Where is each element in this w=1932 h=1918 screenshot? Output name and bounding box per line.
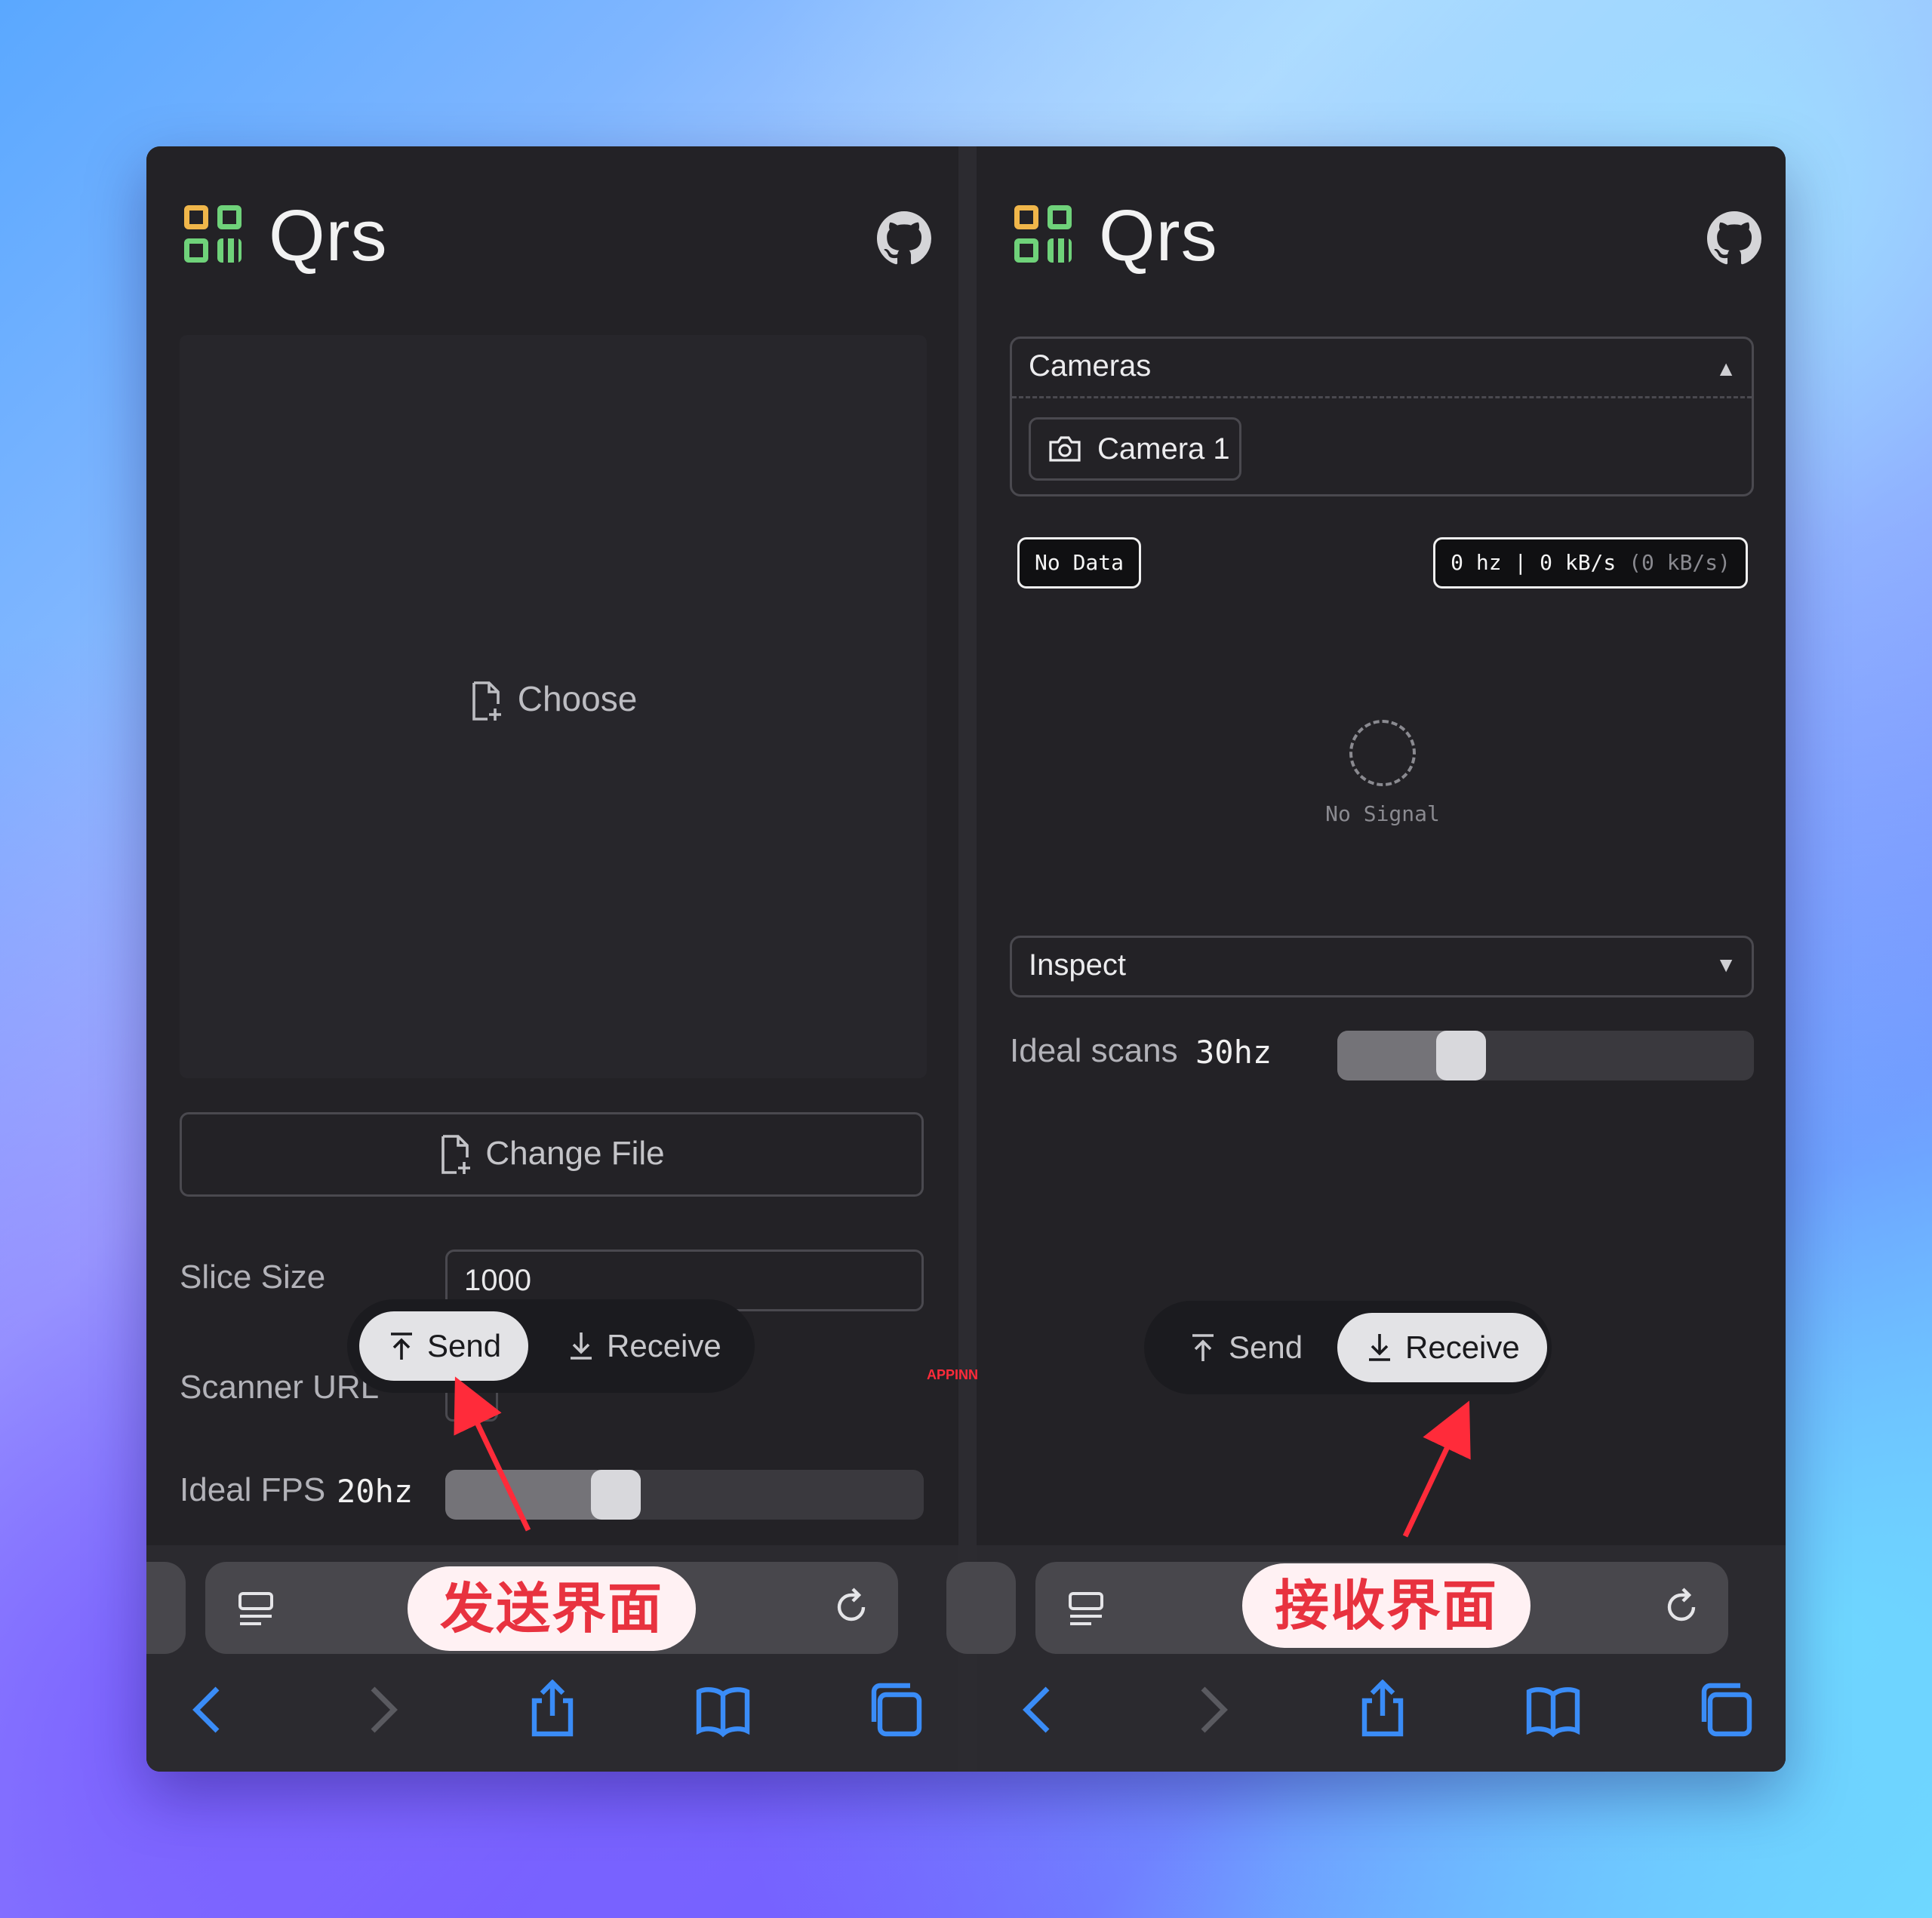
send-annotation-label: 发送界面 [408,1566,696,1651]
cameras-title[interactable]: Cameras [1029,349,1151,383]
no-signal-indicator: No Signal [977,720,1786,826]
file-plus-icon [441,1135,471,1175]
expand-caret-icon: ▼ [1715,953,1737,976]
camera-icon [1049,436,1081,463]
github-icon[interactable] [1707,211,1761,266]
forward-icon[interactable] [1182,1680,1242,1740]
download-icon [1369,1333,1390,1361]
receive-tab[interactable]: Receive [1337,1313,1547,1382]
inspect-title: Inspect [1029,948,1126,982]
cameras-panel: Cameras ▲ Camera 1 [1010,337,1754,496]
cameras-divider [1012,396,1752,398]
back-icon[interactable] [1008,1680,1069,1740]
send-panel: Qrs Choose Change File Slice Size 1000 S… [146,146,958,1772]
qrs-logo-icon [184,205,245,266]
reader-icon[interactable] [238,1591,273,1628]
file-dropzone[interactable]: Choose [180,335,927,1078]
inspect-panel[interactable]: Inspect ▼ [1010,936,1754,997]
send-tab[interactable]: Send [359,1311,529,1381]
scanner-url-label: Scanner URL [180,1369,380,1406]
reader-icon[interactable] [1069,1591,1103,1628]
send-receive-toggle: Send Receive [1144,1301,1552,1394]
previous-tab-stub[interactable] [146,1562,186,1654]
send-receive-toggle: Send Receive [347,1299,755,1393]
tabs-icon[interactable] [865,1680,925,1740]
send-tab[interactable]: Send [1161,1313,1330,1382]
watermark: APPINN [927,1367,979,1382]
choose-file-button[interactable]: Choose [180,678,927,722]
previous-tab-stub[interactable] [946,1562,1016,1654]
reload-icon[interactable] [833,1588,871,1628]
file-plus-icon [472,681,501,721]
app-header: Qrs [1014,195,1761,296]
receive-annotation-label: 接收界面 [1242,1563,1531,1648]
ideal-scans-slider-thumb[interactable] [1436,1031,1487,1080]
receive-tab[interactable]: Receive [539,1311,749,1381]
loading-ring-icon [1349,720,1416,786]
ideal-scans-label: Ideal scans [1010,1032,1178,1069]
throughput-badge: 0 hz | 0 kB/s (0 kB/s) [1433,537,1748,589]
ideal-fps-value: 20hz [337,1473,414,1510]
tabs-icon[interactable] [1695,1680,1755,1740]
panel-divider [958,146,977,1772]
download-icon [571,1332,592,1360]
no-data-badge: No Data [1017,537,1142,589]
qrs-logo-icon [1014,205,1075,266]
ideal-fps-slider[interactable] [445,1470,924,1520]
receive-panel: Qrs Cameras ▲ Camera 1 No Data 0 hz | 0 … [946,146,1786,1772]
camera-1-button[interactable]: Camera 1 [1029,417,1241,481]
bookmarks-icon[interactable] [693,1680,753,1740]
screenshot-frame: Qrs Choose Change File Slice Size 1000 S… [146,146,1786,1772]
github-icon[interactable] [877,211,931,266]
share-icon[interactable] [1352,1680,1413,1740]
upload-icon [1192,1334,1214,1361]
ideal-scans-slider[interactable] [1337,1031,1754,1080]
ideal-fps-label: Ideal FPS [180,1471,326,1508]
ideal-fps-slider-thumb[interactable] [591,1470,641,1520]
app-title: Qrs [1099,195,1218,276]
forward-icon[interactable] [352,1680,412,1740]
no-signal-text: No Signal [1325,801,1440,826]
upload-icon [391,1332,412,1360]
app-title: Qrs [269,195,388,276]
slice-size-label: Slice Size [180,1259,326,1296]
reload-icon[interactable] [1663,1588,1701,1628]
change-file-button[interactable]: Change File [180,1112,924,1197]
share-icon[interactable] [522,1680,583,1740]
collapse-caret-icon[interactable]: ▲ [1715,357,1737,381]
app-header: Qrs [184,195,931,296]
ideal-scans-value: 30hz [1195,1034,1272,1071]
bookmarks-icon[interactable] [1523,1680,1583,1740]
back-icon[interactable] [178,1680,238,1740]
